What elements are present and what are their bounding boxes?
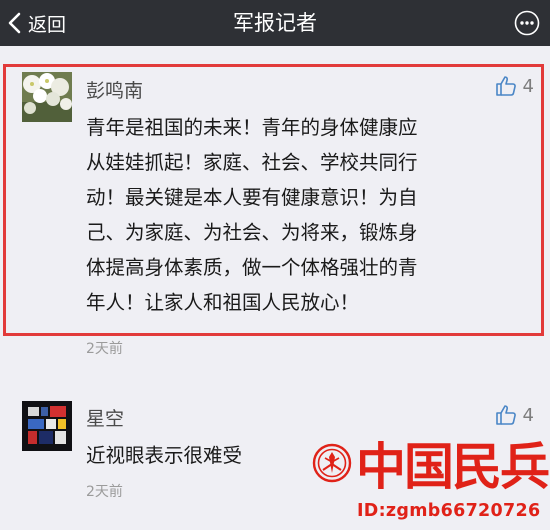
militia-emblem-logo	[312, 443, 352, 487]
highlight-frame	[3, 64, 544, 336]
watermark-id: ID:zgmb66720726	[357, 501, 541, 521]
like-button[interactable]: 4	[495, 404, 534, 426]
like-count: 4	[522, 404, 534, 426]
more-dots-icon	[514, 10, 540, 36]
avatar[interactable]	[22, 401, 72, 451]
more-button[interactable]	[514, 0, 540, 46]
watermark-brand: 中国民兵	[356, 437, 550, 496]
comment-time: 2天前	[86, 341, 123, 357]
thumbs-up-icon	[495, 405, 516, 425]
navigation-bar: 返回 军报记者	[0, 0, 550, 46]
commenter-name: 星空	[86, 408, 125, 430]
page-title: 军报记者	[233, 11, 317, 35]
comment-time: 2天前	[86, 484, 123, 500]
